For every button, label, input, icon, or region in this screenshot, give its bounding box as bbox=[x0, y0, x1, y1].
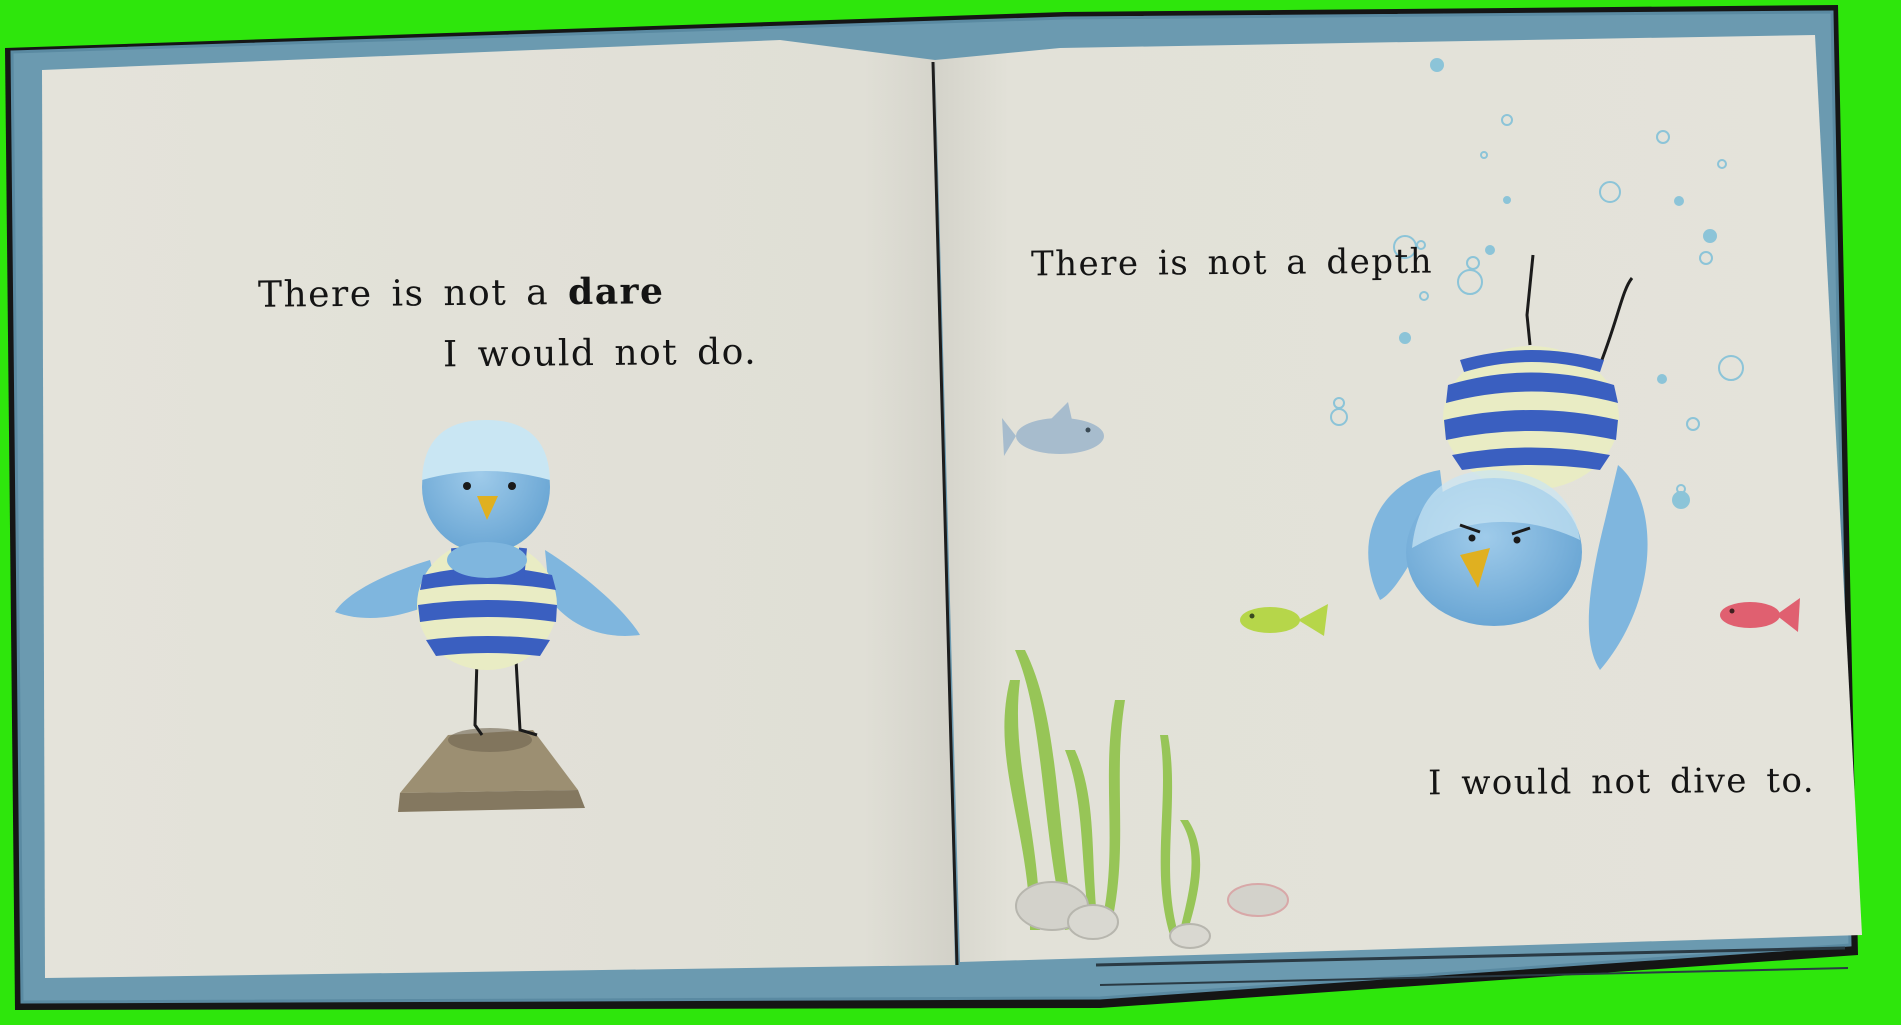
right-page-line-1: There is not a depth bbox=[1030, 241, 1434, 285]
left-page-line-1: There is not a dare bbox=[258, 270, 665, 316]
open-book bbox=[5, 5, 1862, 1010]
left-line1-prefix: There is not a bbox=[257, 272, 569, 316]
left-line1-bold-word: dare bbox=[567, 270, 665, 314]
left-page-line-2: I would not do. bbox=[442, 331, 758, 376]
right-page-line-2: I would not dive to. bbox=[1427, 760, 1816, 804]
storybook-scene: There is not a dare I would not do. Ther… bbox=[0, 0, 1901, 1025]
